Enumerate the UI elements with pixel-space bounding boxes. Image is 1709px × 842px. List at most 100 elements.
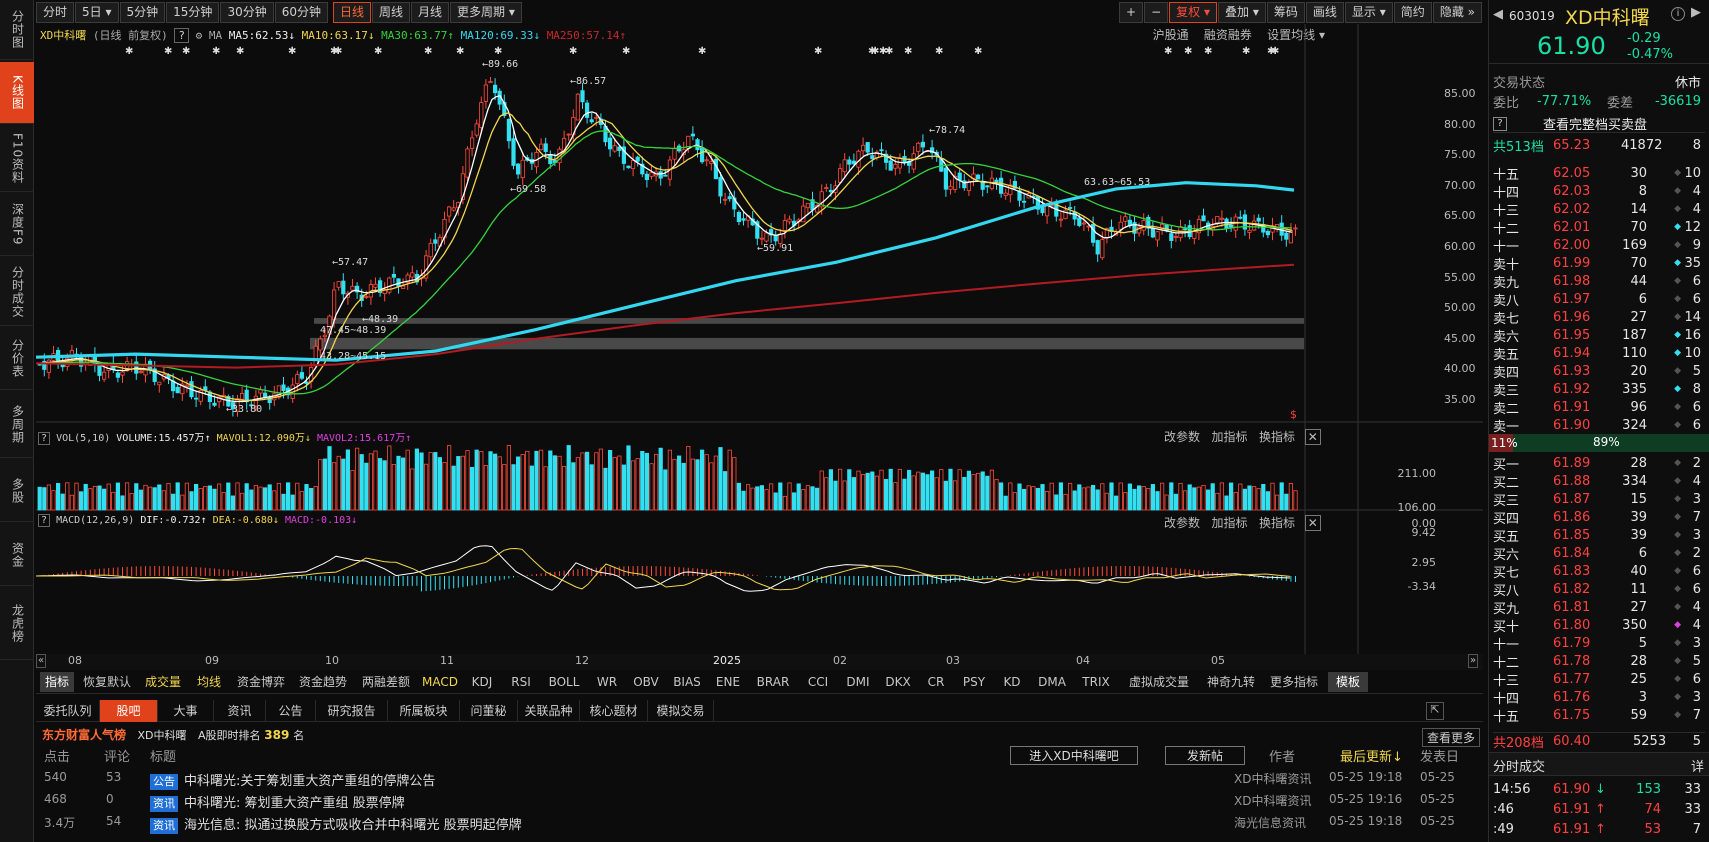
enter-forum-button[interactable]: 进入XD中科曙吧 [1010, 746, 1138, 765]
indicator-tab[interactable]: OBV [628, 672, 664, 692]
sidebar-item-f10[interactable]: F10资料 [0, 126, 34, 192]
forum-more-button[interactable]: 查看更多 [1422, 728, 1481, 747]
sell-level-row[interactable]: 十一 62.00 169 ◆ 9 [1493, 236, 1705, 255]
forum-title[interactable]: 中科曙光:关于筹划重大资产重组的停牌公告 [184, 774, 435, 789]
expand-icon[interactable]: ⇱ [1426, 702, 1444, 720]
sidebar-item-price-table[interactable]: 分价表 [0, 328, 34, 390]
sell-level-row[interactable]: 卖一 61.90 324 ◆ 6 [1493, 416, 1705, 435]
macd-switch-indicator-button[interactable]: 换指标 [1259, 516, 1295, 530]
new-post-button[interactable]: 发新帖 [1165, 746, 1245, 765]
sidebar-item-timeshare[interactable]: 分时图 [0, 0, 34, 60]
bottom-tab[interactable]: 公告 [266, 700, 316, 722]
indicator-tab[interactable]: DMA [1032, 672, 1072, 692]
simple-button[interactable]: 简约 [1393, 1, 1432, 23]
buy-level-row[interactable]: 买二 61.88 334 ◆ 4 [1493, 472, 1705, 491]
period-daily[interactable]: 日线 [333, 1, 372, 23]
forum-author[interactable]: 海光信息资讯 [1234, 814, 1306, 831]
sell-level-row[interactable]: 十三 62.02 14 ◆ 4 [1493, 200, 1705, 219]
sell-level-row[interactable]: 卖五 61.94 110 ◆ 10 [1493, 344, 1705, 363]
forum-author[interactable]: XD中科曙资讯 [1234, 792, 1311, 809]
forum-author[interactable]: XD中科曙资讯 [1234, 770, 1311, 787]
indicator-tab[interactable]: 资金博弈 [232, 672, 290, 692]
indicator-tab[interactable]: KDJ [464, 672, 500, 692]
adjust-button[interactable]: 复权 ▾ [1169, 1, 1218, 23]
buy-level-row[interactable]: 买五 61.85 39 ◆ 3 [1493, 526, 1705, 545]
period-15min[interactable]: 15分钟 [166, 1, 220, 23]
period-60min[interactable]: 60分钟 [274, 1, 328, 23]
forum-row[interactable]: 468 0 资讯 中科曙光: 筹划重大资产重组 股票停牌 XD中科曙资讯 05-2… [36, 792, 1483, 812]
sell-level-row[interactable]: 卖七 61.96 27 ◆ 14 [1493, 308, 1705, 327]
bottom-tab[interactable]: 股吧 [100, 700, 158, 722]
sell-level-row[interactable]: 卖三 61.92 335 ◆ 8 [1493, 380, 1705, 399]
full-book-link[interactable]: 查看完整档买卖盘 [1543, 114, 1647, 133]
period-more[interactable]: 更多周期 ▾ [450, 1, 522, 23]
macd-add-indicator-button[interactable]: 加指标 [1211, 516, 1247, 530]
buy-level-row[interactable]: 买九 61.81 27 ◆ 4 [1493, 598, 1705, 617]
buy-level-row[interactable]: 十三 61.77 25 ◆ 6 [1493, 670, 1705, 689]
scroll-right-icon[interactable]: » [1468, 654, 1479, 668]
buy-level-row[interactable]: 买一 61.89 28 ◆ 2 [1493, 454, 1705, 473]
close-icon[interactable]: ✕ [1304, 429, 1321, 445]
bottom-tab[interactable]: 问董秘 [460, 700, 518, 722]
prev-stock-icon[interactable]: ◀ [1493, 7, 1503, 22]
vol-add-indicator-button[interactable]: 加指标 [1211, 430, 1247, 444]
sell-level-row[interactable]: 卖九 61.98 44 ◆ 6 [1493, 272, 1705, 291]
vol-switch-indicator-button[interactable]: 换指标 [1259, 430, 1295, 444]
buy-level-row[interactable]: 买七 61.83 40 ◆ 6 [1493, 562, 1705, 581]
sidebar-item-dragon-tiger[interactable]: 龙虎榜 [0, 588, 34, 660]
buy-level-row[interactable]: 买四 61.86 39 ◆ 7 [1493, 508, 1705, 527]
indicator-tab[interactable]: CR [920, 672, 952, 692]
sell-level-row[interactable]: 十二 62.01 70 ◆ 12 [1493, 218, 1705, 237]
scroll-left-icon[interactable]: « [36, 654, 47, 668]
forum-title[interactable]: 中科曙光: 筹划重大资产重组 股票停牌 [184, 796, 405, 811]
indicator-tab[interactable]: WR [590, 672, 624, 692]
col-updated[interactable]: 最后更新↓ [1340, 746, 1403, 765]
sidebar-item-multi-period[interactable]: 多周期 [0, 392, 34, 458]
sidebar-item-funds[interactable]: 资金 [0, 524, 34, 586]
display-button[interactable]: 显示 ▾ [1344, 1, 1393, 23]
ticks-detail-button[interactable]: 详 [1691, 756, 1704, 775]
sell-level-row[interactable]: 卖四 61.93 20 ◆ 5 [1493, 362, 1705, 381]
indicator-tab[interactable]: 两融差额 [356, 672, 416, 692]
indicator-tab[interactable]: BOLL [542, 672, 586, 692]
indicator-tab[interactable]: 神奇九转 [1202, 672, 1260, 692]
bottom-tab[interactable]: 关联品种 [518, 700, 580, 722]
indicator-tab[interactable]: 虚拟成交量 [1120, 672, 1198, 692]
indicator-tab[interactable]: PSY [956, 672, 992, 692]
sell-level-row[interactable]: 卖六 61.95 187 ◆ 16 [1493, 326, 1705, 345]
indicator-tab[interactable]: MACD [420, 672, 460, 692]
period-monthly[interactable]: 月线 [411, 1, 450, 23]
indicator-tab[interactable]: DKX [880, 672, 916, 692]
bottom-tab[interactable]: 研究报告 [316, 700, 388, 722]
indicator-tab[interactable]: BRAR [750, 672, 796, 692]
full-book-row[interactable]: ? 查看完整档买卖盘 [1493, 115, 1705, 133]
bottom-tab[interactable]: 模拟交易 [648, 700, 714, 722]
buy-level-row[interactable]: 十二 61.78 28 ◆ 5 [1493, 652, 1705, 671]
kline-chart[interactable]: XD中科曙 (日线 前复权) ? ⚙ MA MA5:62.53↓ MA10:63… [36, 24, 1483, 670]
bottom-tab[interactable]: 委托队列 [36, 700, 100, 722]
close-icon[interactable]: ✕ [1304, 515, 1321, 531]
draw-button[interactable]: 画线 [1305, 1, 1344, 23]
indicator-tab[interactable]: 成交量 [140, 672, 186, 692]
help-icon[interactable]: ? [38, 432, 51, 445]
sidebar-item-multi-stock[interactable]: 多股 [0, 460, 34, 522]
sell-level-row[interactable]: 十五 62.05 30 ◆ 10 [1493, 164, 1705, 183]
indicator-tab[interactable]: ENE [710, 672, 746, 692]
indicator-tab[interactable]: 恢复默认 [78, 672, 136, 692]
zoom-out-button[interactable]: − [1144, 1, 1169, 23]
indicator-tab[interactable]: CCI [800, 672, 836, 692]
period-5min[interactable]: 5分钟 [119, 1, 166, 23]
period-30min[interactable]: 30分钟 [220, 1, 274, 23]
indicator-tab[interactable]: KD [996, 672, 1028, 692]
indicator-tab[interactable]: BIAS [668, 672, 706, 692]
sidebar-item-ticks[interactable]: 分时成交 [0, 258, 34, 326]
bottom-tab[interactable]: 核心题材 [580, 700, 648, 722]
sell-level-row[interactable]: 卖二 61.91 96 ◆ 6 [1493, 398, 1705, 417]
buy-level-row[interactable]: 买三 61.87 15 ◆ 3 [1493, 490, 1705, 509]
buy-level-row[interactable]: 买八 61.82 11 ◆ 6 [1493, 580, 1705, 599]
indicator-tab[interactable]: 更多指标 [1264, 672, 1324, 692]
zoom-in-button[interactable]: + [1119, 1, 1144, 23]
indicator-tab[interactable]: 均线 [190, 672, 228, 692]
forum-row[interactable]: 540 53 公告 中科曙光:关于筹划重大资产重组的停牌公告 XD中科曙资讯 05… [36, 770, 1483, 790]
help-icon[interactable]: ? [1493, 116, 1507, 131]
